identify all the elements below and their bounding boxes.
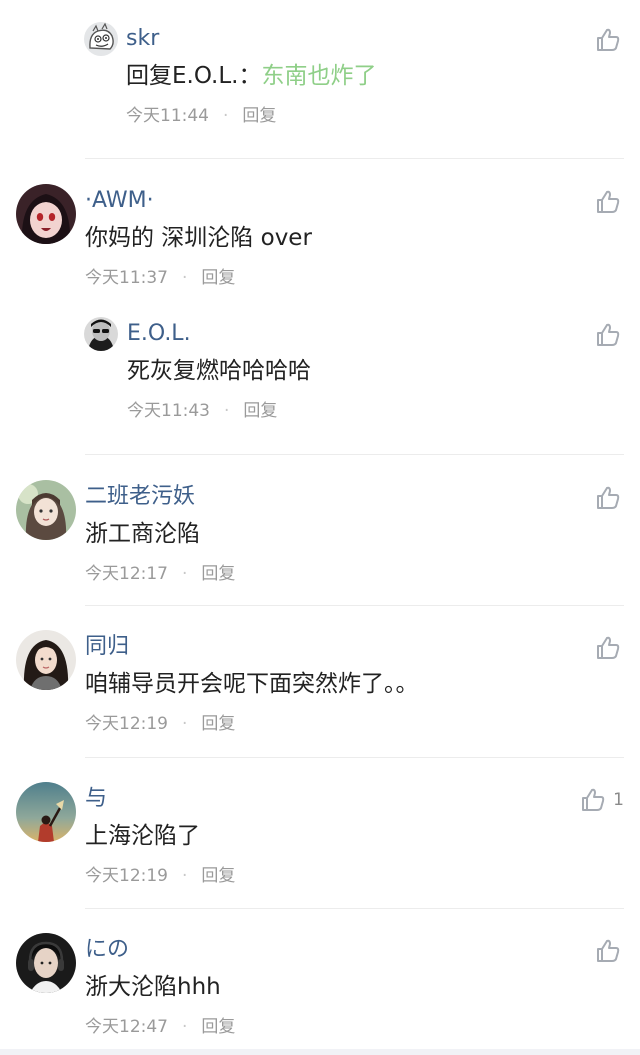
reply-button[interactable]: 回复 <box>201 714 235 734</box>
comment-text: 回复E.O.L.：东南也炸了 <box>126 60 376 92</box>
like-button[interactable] <box>594 937 622 965</box>
reply-button[interactable]: 回复 <box>243 401 277 421</box>
comment-text: 你妈的 深圳沦陷 over <box>85 225 312 251</box>
timestamp: 今天12:19 <box>85 866 168 886</box>
avatar[interactable] <box>16 480 76 540</box>
doodle-avatar-image <box>84 22 118 56</box>
timestamp: 今天11:43 <box>127 401 210 421</box>
comment-meta: 今天12:17 · 回复 <box>85 562 235 586</box>
separator-dot: · <box>223 106 229 126</box>
divider <box>85 158 624 159</box>
nickname[interactable]: skr <box>126 24 159 54</box>
divider <box>85 757 624 758</box>
reply-button[interactable]: 回复 <box>201 564 235 584</box>
like-button[interactable] <box>594 188 622 216</box>
comment-meta: 今天12:19 · 回复 <box>85 712 235 736</box>
timestamp: 今天12:47 <box>85 1017 168 1037</box>
separator-dot: · <box>182 1017 188 1037</box>
like-button[interactable] <box>594 321 622 349</box>
thumbs-up-icon <box>597 323 620 346</box>
divider <box>85 605 624 606</box>
thumbs-up-icon <box>597 939 620 962</box>
comment-meta: 今天11:44 · 回复 <box>126 104 276 128</box>
highlighted-text: 东南也炸了 <box>261 63 377 89</box>
comment-meta: 今天11:43 · 回复 <box>127 399 277 423</box>
avatar[interactable] <box>16 782 76 842</box>
like-button[interactable]: 1 <box>579 786 624 814</box>
divider <box>85 454 624 455</box>
like-button[interactable] <box>594 26 622 54</box>
separator-dot: · <box>182 268 188 288</box>
reply-button[interactable]: 回复 <box>242 106 276 126</box>
avatar[interactable] <box>16 184 76 244</box>
thumbs-up-icon <box>597 190 620 213</box>
portrait-avatar-image <box>16 630 76 690</box>
separator-dot: · <box>182 866 188 886</box>
comment-text: 死灰复燃哈哈哈哈 <box>127 358 311 384</box>
timestamp: 今天11:37 <box>85 268 168 288</box>
timestamp: 今天12:17 <box>85 564 168 584</box>
nickname[interactable]: 二班老污妖 <box>85 482 195 512</box>
thumbs-up-icon <box>582 788 605 811</box>
like-button[interactable] <box>594 634 622 662</box>
separator-dot: · <box>182 714 188 734</box>
sunset-figure-avatar-image <box>16 782 76 842</box>
sunglasses-avatar-image <box>84 317 118 351</box>
divider <box>85 908 624 909</box>
reply-button[interactable]: 回复 <box>201 268 235 288</box>
nickname[interactable]: 与 <box>85 784 107 814</box>
man-headphones-avatar-image <box>16 933 76 993</box>
nickname[interactable]: E.O.L. <box>127 319 191 349</box>
nickname[interactable]: 同归 <box>85 632 129 662</box>
thumbs-up-icon <box>597 636 620 659</box>
comment-text: 咱辅导员开会呢下面突然炸了。。 <box>85 671 419 697</box>
thumbs-up-icon <box>597 28 620 51</box>
illustration-avatar-image <box>16 480 76 540</box>
reply-button[interactable]: 回复 <box>201 1017 235 1037</box>
comment-text: 浙工商沦陷 <box>85 521 200 547</box>
reply-prefix: 回复E.O.L.： <box>126 63 262 89</box>
avatar[interactable] <box>84 22 118 56</box>
thumbs-up-icon <box>597 486 620 509</box>
separator-dot: · <box>182 564 188 584</box>
avatar[interactable] <box>16 630 76 690</box>
comment-meta: 今天11:37 · 回复 <box>85 266 235 290</box>
timestamp: 今天12:19 <box>85 714 168 734</box>
separator-dot: · <box>224 401 230 421</box>
comment-list-page: skr 回复E.O.L.：东南也炸了 今天11:44 · 回复 ·AWM· 你妈的 … <box>0 0 640 1055</box>
reply-button[interactable]: 回复 <box>201 866 235 886</box>
comment-meta: 今天12:19 · 回复 <box>85 864 235 888</box>
nickname[interactable]: にの <box>85 935 129 965</box>
like-button[interactable] <box>594 484 622 512</box>
anime-girl-avatar-image <box>16 184 76 244</box>
avatar[interactable] <box>16 933 76 993</box>
bottom-edge <box>0 1049 640 1055</box>
avatar[interactable] <box>84 317 118 351</box>
comment-meta: 今天12:47 · 回复 <box>85 1015 235 1039</box>
like-count: 1 <box>613 790 624 810</box>
comment-text: 浙大沦陷hhh <box>85 974 221 1000</box>
comment-text: 上海沦陷了 <box>85 823 200 849</box>
nickname[interactable]: ·AWM· <box>85 186 154 216</box>
timestamp: 今天11:44 <box>126 106 209 126</box>
